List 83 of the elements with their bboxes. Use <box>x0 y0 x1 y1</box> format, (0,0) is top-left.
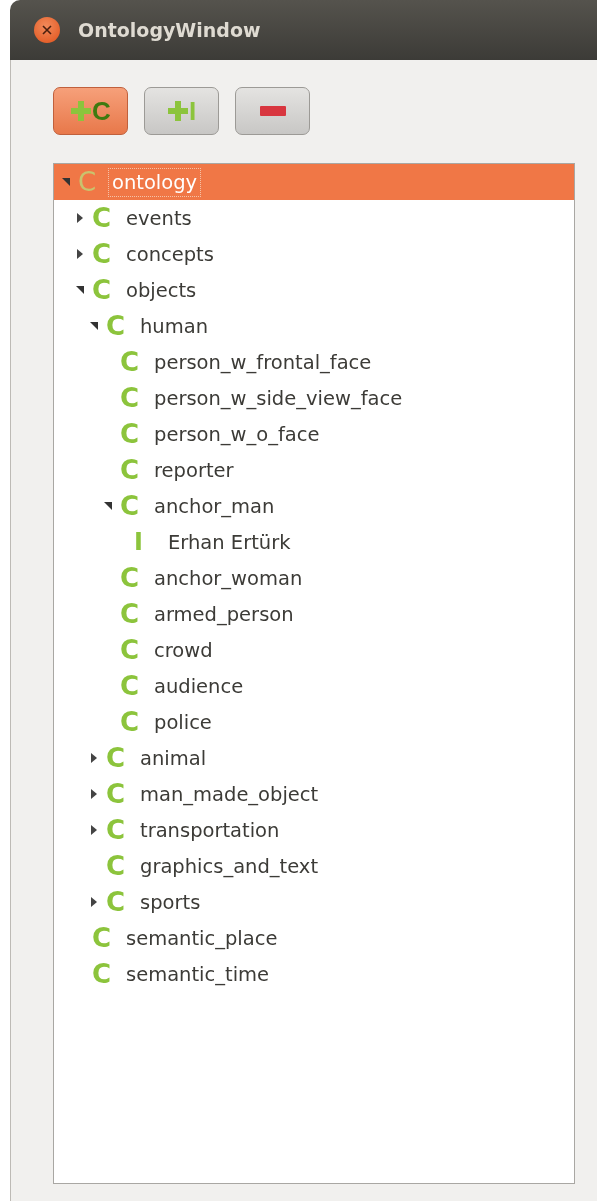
class-icon: I <box>134 530 164 554</box>
class-icon: C <box>92 277 122 303</box>
tree-label: person_w_frontal_face <box>153 349 373 376</box>
collapsed-arrow-icon[interactable] <box>90 897 98 907</box>
class-icon: C <box>120 673 150 699</box>
class-icon: C <box>120 457 150 483</box>
class-icon: C <box>120 385 150 411</box>
tree-item[interactable]: C armed_person <box>54 596 574 632</box>
tree-label: semantic_place <box>125 925 279 952</box>
tree-label: concepts <box>125 241 215 268</box>
collapsed-arrow-icon[interactable] <box>90 753 98 763</box>
close-icon[interactable] <box>34 17 60 43</box>
tree-item[interactable]: C human <box>54 308 574 344</box>
tree-label: semantic_time <box>125 961 271 988</box>
tree-label: person_w_o_face <box>153 421 321 448</box>
tree-item[interactable]: C semantic_time <box>54 956 574 992</box>
expanded-arrow-icon[interactable] <box>76 285 84 295</box>
tree-item[interactable]: C objects <box>54 272 574 308</box>
plus-icon <box>70 100 93 122</box>
tree-item[interactable]: C transportation <box>54 812 574 848</box>
tree-label: Erhan Ertürk <box>167 529 292 556</box>
tree-label: animal <box>139 745 208 772</box>
class-icon: C <box>120 421 150 447</box>
tree-label: graphics_and_text <box>139 853 320 880</box>
tree-label: transportation <box>139 817 281 844</box>
collapsed-arrow-icon[interactable] <box>90 825 98 835</box>
tree-label: armed_person <box>153 601 295 628</box>
tree-item[interactable]: C man_made_object <box>54 776 574 812</box>
tree-item[interactable]: C reporter <box>54 452 574 488</box>
class-icon: C <box>106 889 136 915</box>
class-icon: C <box>120 637 150 663</box>
window-title: OntologyWindow <box>78 19 261 41</box>
tree-item[interactable]: C anchor_woman <box>54 560 574 596</box>
tree-label: ontology <box>108 167 202 197</box>
tree-item[interactable]: C crowd <box>54 632 574 668</box>
tree-label: reporter <box>153 457 235 484</box>
tree-label: sports <box>139 889 202 916</box>
tree-label: human <box>139 313 210 340</box>
class-icon: C <box>106 313 136 339</box>
remove-button[interactable] <box>235 87 310 135</box>
tree-item[interactable]: C sports <box>54 884 574 920</box>
class-icon: C <box>120 349 150 375</box>
tree-label: police <box>153 709 213 736</box>
tree-item[interactable]: C concepts <box>54 236 574 272</box>
tree-item[interactable]: I Erhan Ertürk <box>54 524 574 560</box>
tree-label: man_made_object <box>139 781 320 808</box>
tree-label: audience <box>153 673 245 700</box>
minus-icon <box>259 106 286 116</box>
class-icon: C <box>92 241 122 267</box>
tree-label: objects <box>125 277 198 304</box>
tree-label: events <box>125 205 193 232</box>
expanded-arrow-icon[interactable] <box>90 321 98 331</box>
collapsed-arrow-icon[interactable] <box>76 213 84 223</box>
tree-item[interactable]: C semantic_place <box>54 920 574 956</box>
class-icon: C <box>92 961 122 987</box>
tree-label: crowd <box>153 637 214 664</box>
plus-icon <box>166 100 189 122</box>
tree-item[interactable]: C person_w_o_face <box>54 416 574 452</box>
tree-item[interactable]: C audience <box>54 668 574 704</box>
tree-label: anchor_man <box>153 493 276 520</box>
tree-item[interactable]: C anchor_man <box>54 488 574 524</box>
tree-item[interactable]: C animal <box>54 740 574 776</box>
tree-item[interactable]: C graphics_and_text <box>54 848 574 884</box>
tree-label: anchor_woman <box>153 565 304 592</box>
class-icon: C <box>106 745 136 771</box>
class-icon: C <box>106 853 136 879</box>
class-icon: C <box>120 709 150 735</box>
collapsed-arrow-icon[interactable] <box>90 789 98 799</box>
expanded-arrow-icon[interactable] <box>104 501 112 511</box>
class-icon: C <box>92 205 122 231</box>
tree-item[interactable]: C person_w_side_view_face <box>54 380 574 416</box>
class-icon: C <box>106 817 136 843</box>
class-icon: C <box>120 565 150 591</box>
tree-item[interactable]: C events <box>54 200 574 236</box>
class-icon: C <box>92 925 122 951</box>
collapsed-arrow-icon[interactable] <box>76 249 84 259</box>
class-icon: C <box>106 781 136 807</box>
class-icon: C <box>78 169 108 195</box>
class-icon: C <box>120 601 150 627</box>
tree-item[interactable]: C police <box>54 704 574 740</box>
tree-label: person_w_side_view_face <box>153 385 404 412</box>
class-icon: C <box>120 493 150 519</box>
tree-item[interactable]: C person_w_frontal_face <box>54 344 574 380</box>
